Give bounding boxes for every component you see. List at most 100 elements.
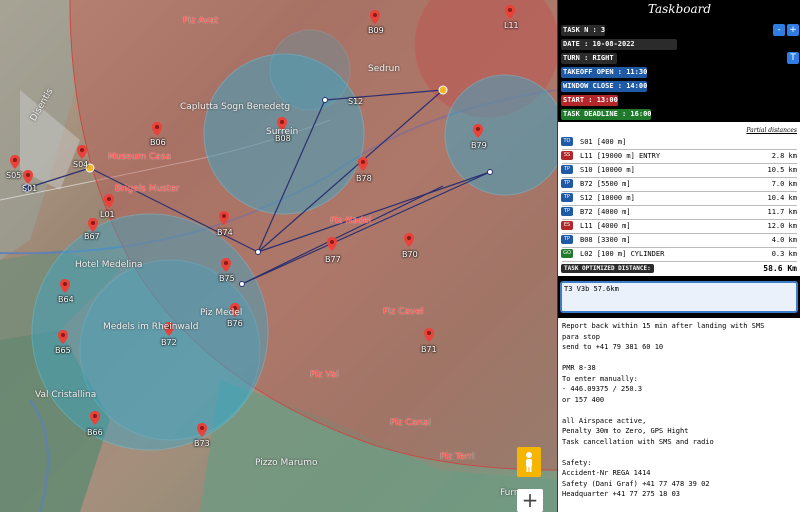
turnpoint-distance: 10.4 km xyxy=(767,194,797,202)
turnpoint-row[interactable]: SS L11 [19000 m] ENTRY 2.8 km xyxy=(558,150,800,162)
turnpoint-type-badge: ES xyxy=(561,221,573,230)
turnpoint-type-badge: GO xyxy=(561,249,573,258)
map-pin-icon xyxy=(424,328,434,342)
place-label: Piz Val xyxy=(310,370,339,380)
turnpoint-row[interactable]: TP B72 [5500 m] 7.0 km xyxy=(558,178,800,190)
turnpoint-name: S01 [400 m] xyxy=(580,138,627,146)
waypoint-label: B64 xyxy=(58,295,74,304)
briefing-line: Safety: xyxy=(562,458,592,467)
turnpoint-name: S10 [10000 m] xyxy=(580,166,635,174)
turnpoint-type-badge: TP xyxy=(561,165,573,174)
place-label: Piz Terri xyxy=(440,452,475,462)
t-button[interactable]: T xyxy=(787,52,799,64)
waypoint-label: B70 xyxy=(402,250,418,259)
place-label: Piz Cavel xyxy=(383,307,424,317)
map-pin-icon xyxy=(58,330,68,344)
waypoint-label: B76 xyxy=(227,319,243,328)
place-label: Surrein xyxy=(266,127,299,137)
task-deadline: TASK DEADLINE : 16:00 xyxy=(561,109,652,120)
briefing-line: send to +41 79 381 60 10 xyxy=(562,343,664,351)
turnpoint-row[interactable]: TP S12 [10000 m] 10.4 km xyxy=(558,192,800,204)
turnpoint-row[interactable]: TO S01 [400 m] xyxy=(558,136,800,148)
turnpoint-row[interactable]: GO L02 [100 m] CYLINDER 0.3 km xyxy=(558,248,800,260)
briefing-line: Report back within 15 min after landing … xyxy=(562,322,765,330)
briefing-line: Accident-Nr REGA 1414 xyxy=(562,469,651,477)
place-label: Val Cristallina xyxy=(35,390,97,400)
turnpoint-type-badge: TP xyxy=(561,207,573,216)
map-pin-icon xyxy=(23,170,33,184)
map-pin-icon xyxy=(60,279,70,293)
task-number: TASK N : 3 xyxy=(561,25,606,36)
waypoint-label: B71 xyxy=(421,345,437,354)
place-label: Medels im Rheinwald xyxy=(103,322,199,332)
turnpoint-row[interactable]: ES L11 [4000 m] 12.0 km xyxy=(558,220,800,232)
waypoint-label: B06 xyxy=(150,138,166,147)
place-label: Piz Nadel xyxy=(330,216,372,226)
map-pin-icon xyxy=(358,157,368,171)
place-label: Museum Casa xyxy=(108,152,172,162)
waypoint-label: B75 xyxy=(219,274,235,283)
turnpoint-name: L11 [19000 m] ENTRY xyxy=(580,152,661,160)
optimized-distance-value: 58.6 Km xyxy=(763,264,797,273)
waypoint-label: B79 xyxy=(471,141,487,150)
zoom-in-button[interactable]: + xyxy=(517,489,543,512)
turnpoint-row[interactable]: TP B72 [4000 m] 11.7 km xyxy=(558,206,800,218)
waypoint-label: B73 xyxy=(194,439,210,448)
waypoint-label: B74 xyxy=(217,228,233,237)
takeoff-open: TAKEOFF OPEN : 11:30 xyxy=(561,67,648,78)
panel-title: Taskboard xyxy=(647,2,712,16)
task-notes-input[interactable]: T3 V3b 57.6km xyxy=(560,281,798,313)
turnpoint-type-badge: TP xyxy=(561,179,573,188)
optimized-distance-label: TASK OPTIMIZED DISTANCE: xyxy=(561,264,654,273)
turnpoint-type-badge: TP xyxy=(561,235,573,244)
partial-distances-heading: Partial distances xyxy=(746,127,797,134)
start-time: START : 13:00 xyxy=(561,95,618,106)
turnpoint-list: Partial distances TO S01 [400 m] SS L11 [19… xyxy=(558,122,800,262)
waypoint-label: B09 xyxy=(368,26,384,35)
map-pin-icon xyxy=(221,258,231,272)
place-label: Sedrun xyxy=(368,64,401,74)
turnpoint-type-badge: SS xyxy=(561,151,573,160)
turnpoint-distance: 11.7 km xyxy=(767,208,797,216)
turnpoint-name: S12 [10000 m] xyxy=(580,194,635,202)
turnpoint-distance: 12.0 km xyxy=(767,222,797,230)
map-pin-icon xyxy=(219,211,229,225)
waypoint-label: B66 xyxy=(87,428,103,437)
task-prev-button[interactable]: - xyxy=(773,24,785,36)
turnpoint-name: B72 [5500 m] xyxy=(580,180,631,188)
turnpoint-row[interactable]: TP S10 [10000 m] 10.5 km xyxy=(558,164,800,176)
place-label: Piz Medel xyxy=(200,308,243,318)
turnpoint-name: B08 [3300 m] xyxy=(580,236,631,244)
waypoint-label: L01 xyxy=(100,210,115,219)
briefing-line: To enter manually: xyxy=(562,374,638,383)
optimized-distance: TASK OPTIMIZED DISTANCE: 58.6 Km xyxy=(558,262,800,276)
turnpoint-distance: 10.5 km xyxy=(767,166,797,174)
briefing-line: Headquarter +41 77 275 18 03 xyxy=(562,490,681,498)
place-label: Piz Avat xyxy=(183,16,219,26)
map-pin-icon xyxy=(197,423,207,437)
turnpoint-row[interactable]: TP B08 [3300 m] 4.0 km xyxy=(558,234,800,246)
turnpoint-name: B72 [4000 m] xyxy=(580,208,631,216)
place-label: Hotel Medelina xyxy=(75,260,143,270)
taskboard-panel: Taskboard TASK N : 3 - + DATE : 10-08-20… xyxy=(557,0,800,512)
turnpoint-type-badge: TO xyxy=(561,137,573,146)
map-pin-icon xyxy=(152,122,162,136)
briefing-text: Report back within 15 min after landing … xyxy=(558,318,800,512)
turnpoint-distance: 4.0 km xyxy=(771,236,797,244)
task-turn: TURN : RIGHT xyxy=(561,53,617,64)
turnpoint-distance: 7.0 km xyxy=(771,180,797,188)
waypoint-label: B78 xyxy=(356,174,372,183)
map-view[interactable]: B09 L11 B08 B06 B79 S04 S05 S01 L01 B78 … xyxy=(0,0,557,512)
place-label: Caplutta Sogn Benedetg xyxy=(180,102,291,112)
place-label: Pizzo Marumo xyxy=(255,458,318,468)
turnpoint-name: L02 [100 m] CYLINDER xyxy=(580,250,665,258)
waypoint-label: B77 xyxy=(325,255,341,264)
waypoint-label: B65 xyxy=(55,346,71,355)
window-close: WINDOW CLOSE : 14:00 xyxy=(561,81,648,92)
briefing-line: Safety (Dani Graf) +41 77 478 39 02 xyxy=(562,479,710,488)
turnpoint-name: L11 [4000 m] xyxy=(580,222,631,230)
briefing-line: Penalty 30m to Zero, GPS Hight xyxy=(562,427,689,435)
task-next-button[interactable]: + xyxy=(787,24,799,36)
map-pin-icon xyxy=(90,411,100,425)
street-view-pegman-icon[interactable] xyxy=(517,447,541,477)
